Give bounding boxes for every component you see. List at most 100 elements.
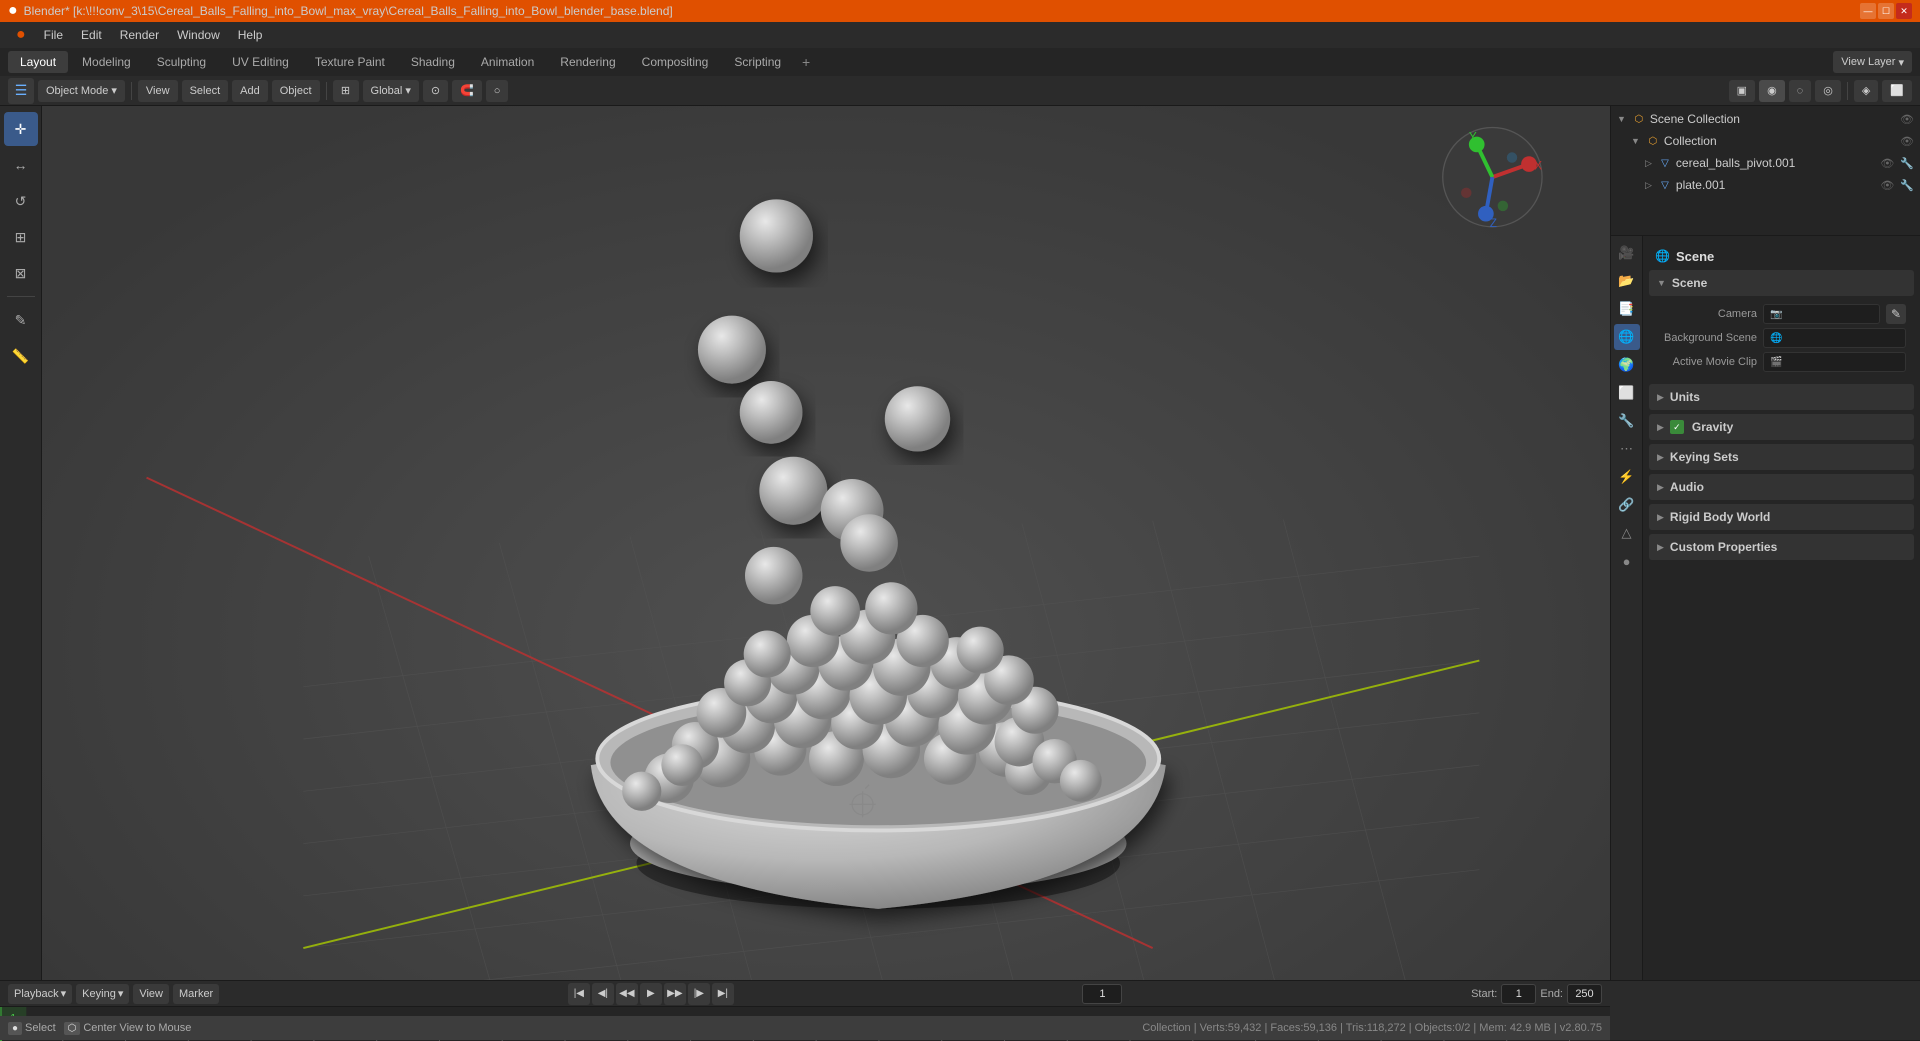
camera-eyedropper-icon[interactable]: ✎	[1886, 304, 1906, 324]
tab-rendering[interactable]: Rendering	[548, 51, 627, 73]
snapping-button[interactable]: 🧲	[452, 80, 482, 102]
menu-edit[interactable]: Edit	[73, 26, 110, 44]
add-workspace-button[interactable]: +	[795, 51, 817, 73]
gravity-section-header[interactable]: ▶ ✓ Gravity	[1649, 414, 1914, 440]
start-frame-input[interactable]: 1	[1501, 984, 1536, 1004]
wireframe-mode-button[interactable]: ▣	[1729, 80, 1755, 102]
next-keyframe-button[interactable]: |▶	[688, 983, 710, 1005]
object-mode-selector[interactable]: Object Mode ▾	[38, 80, 125, 102]
toolbar-separator-1	[131, 82, 132, 100]
view-menu-button[interactable]: View	[138, 80, 178, 102]
minimize-button[interactable]: —	[1860, 3, 1876, 19]
outliner-row-cereal-balls[interactable]: ▷ ▽ cereal_balls_pivot.001 👁 🔧	[1639, 152, 1920, 174]
viewport-mode-icon: ☰	[8, 78, 34, 104]
next-frame-button[interactable]: ▶▶	[664, 983, 686, 1005]
prev-frame-button[interactable]: ◀◀	[616, 983, 638, 1005]
close-button[interactable]: ✕	[1896, 3, 1912, 19]
background-scene-label: Background Scene	[1657, 332, 1757, 344]
current-frame-input[interactable]: 1	[1082, 984, 1122, 1004]
measure-tool[interactable]: 📏	[4, 339, 38, 373]
menu-help[interactable]: Help	[230, 26, 271, 44]
custom-properties-header[interactable]: ▶ Custom Properties	[1649, 534, 1914, 560]
menu-render[interactable]: Render	[112, 26, 167, 44]
prev-keyframe-button[interactable]: ◀|	[592, 983, 614, 1005]
object-properties-icon[interactable]: ⬜	[1614, 380, 1640, 406]
global-transform-button[interactable]: Global ▾	[363, 80, 419, 102]
outliner-row-collection[interactable]: ▼ ⬡ Collection 👁	[1625, 130, 1920, 152]
tab-animation[interactable]: Animation	[469, 51, 546, 73]
select-menu-button[interactable]: Select	[182, 80, 229, 102]
tab-scripting[interactable]: Scripting	[722, 51, 793, 73]
cursor-tool[interactable]: ✛	[4, 112, 38, 146]
constraints-icon[interactable]: 🔗	[1614, 492, 1640, 518]
collection-visibility[interactable]: 👁	[1900, 135, 1914, 148]
tab-sculpting[interactable]: Sculpting	[145, 51, 218, 73]
render-properties-icon[interactable]: 🎥	[1614, 240, 1640, 266]
keying-sets-header[interactable]: ▶ Keying Sets	[1649, 444, 1914, 470]
scene-properties-icon[interactable]: 🌐	[1614, 324, 1640, 350]
object-menu-button[interactable]: Object	[272, 80, 320, 102]
proportional-edit-button[interactable]: ○	[486, 80, 509, 102]
world-properties-icon[interactable]: 🌍	[1614, 352, 1640, 378]
output-properties-icon[interactable]: 📂	[1614, 268, 1640, 294]
render-mode-button[interactable]: ◎	[1815, 80, 1841, 102]
custom-properties-expand-icon: ▶	[1657, 542, 1664, 553]
cereal-balls-visibility[interactable]: 👁	[1880, 157, 1894, 170]
tab-texture-paint[interactable]: Texture Paint	[303, 51, 397, 73]
tab-compositing[interactable]: Compositing	[630, 51, 721, 73]
viewport-type-icon[interactable]: ⊞	[333, 80, 359, 102]
marker-menu[interactable]: Marker	[173, 984, 219, 1004]
outliner-row-scene-collection[interactable]: ▼ ⬡ Scene Collection 👁	[1611, 108, 1920, 130]
menu-file[interactable]: File	[36, 26, 71, 44]
modifier-properties-icon[interactable]: 🔧	[1614, 408, 1640, 434]
playback-menu[interactable]: Playback ▾	[8, 984, 72, 1004]
object-data-icon[interactable]: △	[1614, 520, 1640, 546]
rotate-tool[interactable]: ↺	[4, 184, 38, 218]
rigid-body-section-header[interactable]: ▶ Rigid Body World	[1649, 504, 1914, 530]
annotate-tool[interactable]: ✎	[4, 303, 38, 337]
physics-icon[interactable]: ⚡	[1614, 464, 1640, 490]
view-layer-properties-icon[interactable]: 📑	[1614, 296, 1640, 322]
active-movie-clip-value[interactable]: 🎬	[1763, 352, 1906, 372]
prop-section-gravity: ▶ ✓ Gravity	[1649, 414, 1914, 440]
visibility-icon[interactable]: 👁	[1900, 113, 1914, 126]
play-button[interactable]: ▶	[640, 983, 662, 1005]
tab-layout[interactable]: Layout	[8, 51, 68, 73]
property-content: 🌐 Scene ▼ Scene Camera 📷 ✎	[1643, 236, 1920, 980]
particles-icon[interactable]: ⋯	[1614, 436, 1640, 462]
transform-tool[interactable]: ⊠	[4, 256, 38, 290]
view-layer-selector[interactable]: View Layer ▾	[1833, 51, 1912, 73]
pivot-point-button[interactable]: ⊙	[423, 80, 448, 102]
tab-modeling[interactable]: Modeling	[70, 51, 143, 73]
material-icon[interactable]: ●	[1614, 548, 1640, 574]
tab-shading[interactable]: Shading	[399, 51, 467, 73]
audio-section-header[interactable]: ▶ Audio	[1649, 474, 1914, 500]
menu-window[interactable]: Window	[169, 26, 228, 44]
keying-menu[interactable]: Keying ▾	[76, 984, 129, 1004]
jump-end-button[interactable]: ▶|	[712, 983, 734, 1005]
menu-blender[interactable]: ●	[8, 24, 34, 46]
camera-value[interactable]: 📷	[1763, 304, 1880, 324]
plate-visibility[interactable]: 👁	[1880, 179, 1894, 192]
add-menu-button[interactable]: Add	[232, 80, 268, 102]
background-scene-value[interactable]: 🌐	[1763, 328, 1906, 348]
plate-render[interactable]: 🔧	[1900, 179, 1914, 192]
material-mode-button[interactable]: ◌	[1789, 80, 1812, 102]
cereal-balls-render[interactable]: 🔧	[1900, 157, 1914, 170]
active-movie-clip-label: Active Movie Clip	[1657, 356, 1757, 368]
end-frame-input[interactable]: 250	[1567, 984, 1602, 1004]
gravity-checkbox[interactable]: ✓	[1670, 420, 1684, 434]
scale-tool[interactable]: ⊞	[4, 220, 38, 254]
solid-mode-button[interactable]: ◉	[1759, 80, 1785, 102]
move-tool[interactable]: ↔	[4, 148, 38, 182]
tab-uv-editing[interactable]: UV Editing	[220, 51, 301, 73]
maximize-button[interactable]: ☐	[1878, 3, 1894, 19]
outliner-row-plate[interactable]: ▷ ▽ plate.001 👁 🔧	[1639, 174, 1920, 196]
toggle-overlays-button[interactable]: ◈	[1854, 80, 1878, 102]
scene-section-header[interactable]: ▼ Scene	[1649, 270, 1914, 296]
jump-start-button[interactable]: |◀	[568, 983, 590, 1005]
units-section-header[interactable]: ▶ Units	[1649, 384, 1914, 410]
toggle-xray-button[interactable]: ⬜	[1882, 80, 1912, 102]
viewport-3d[interactable]: User Perspective (Local) (1) Collection …	[42, 106, 1610, 980]
view-menu[interactable]: View	[133, 984, 169, 1004]
